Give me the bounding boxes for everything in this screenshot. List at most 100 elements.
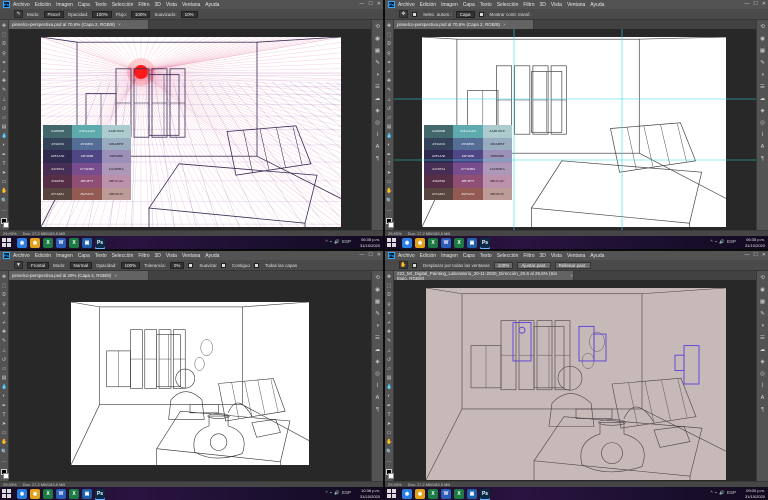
- menu-ayuda[interactable]: Ayuda: [590, 253, 604, 259]
- gradient-tool-icon[interactable]: ▤: [1, 375, 7, 381]
- properties-panel-icon[interactable]: ☰: [759, 335, 766, 342]
- show-transform-checkbox[interactable]: [478, 11, 484, 17]
- volume-icon[interactable]: 🔊: [719, 490, 725, 496]
- paths-panel-icon[interactable]: ⌇: [759, 383, 766, 390]
- excel-icon[interactable]: X: [428, 488, 438, 499]
- type-tool-icon[interactable]: T: [386, 161, 392, 167]
- healing-tool-icon[interactable]: ✚: [1, 78, 7, 84]
- swatches-panel-icon[interactable]: ▦: [759, 48, 766, 55]
- layers-panel-icon[interactable]: ◈: [374, 359, 381, 366]
- minimize-icon[interactable]: —: [744, 252, 749, 258]
- move-tool-icon[interactable]: ✥: [1, 23, 7, 29]
- auto-select-target-select[interactable]: Capa: [455, 10, 475, 18]
- language-indicator[interactable]: ESP: [727, 239, 736, 245]
- menu-capa[interactable]: Capa: [463, 2, 475, 8]
- blend-mode-select[interactable]: Normal: [69, 261, 93, 269]
- swatches-panel-icon[interactable]: ▦: [374, 48, 381, 55]
- brushes-panel-icon[interactable]: ✎: [374, 311, 381, 318]
- color-panel-icon[interactable]: ◉: [759, 287, 766, 294]
- volume-icon[interactable]: 🔊: [719, 239, 725, 245]
- shape-tool-icon[interactable]: ▭: [386, 430, 392, 436]
- menu-seleccion[interactable]: Selección: [112, 2, 134, 8]
- palette-swatch[interactable]: #556E95: [72, 137, 102, 150]
- photoshop-icon[interactable]: Ps: [480, 488, 490, 499]
- tray-chevron-icon[interactable]: ^: [326, 239, 328, 245]
- menu-3d[interactable]: 3D: [540, 2, 546, 8]
- zoom-100-button[interactable]: 100%: [493, 261, 514, 269]
- palette-swatch[interactable]: #ABCBCE: [101, 125, 131, 138]
- move-tool-icon[interactable]: ✥: [386, 274, 392, 280]
- fill-source-select[interactable]: Frontal: [27, 261, 50, 269]
- hand-tool-icon[interactable]: ✋: [1, 439, 7, 445]
- menu-ventana[interactable]: Ventana: [182, 253, 200, 259]
- menu-texto[interactable]: Texto: [95, 253, 107, 259]
- lasso-tool-icon[interactable]: ᘐ: [386, 292, 392, 298]
- dodge-tool-icon[interactable]: ◐: [1, 393, 7, 399]
- quick-select-tool-icon[interactable]: ⚲: [386, 51, 392, 57]
- document-tab[interactable]: pinselco-perspectiva.psd al 70,6% (Capa …: [394, 20, 534, 29]
- color-panel-icon[interactable]: ◉: [374, 287, 381, 294]
- paths-panel-icon[interactable]: ⌇: [759, 132, 766, 139]
- lasso-tool-icon[interactable]: ᘐ: [386, 41, 392, 47]
- tray-chevron-icon[interactable]: ^: [326, 490, 328, 496]
- eyedropper-tool-icon[interactable]: ⌿: [386, 69, 392, 75]
- clock[interactable]: 10:36 p.m. 31/10/2020: [360, 488, 380, 499]
- layers-panel-icon[interactable]: ◈: [759, 359, 766, 366]
- menu-ayuda[interactable]: Ayuda: [590, 2, 604, 8]
- adjustments-panel-icon[interactable]: ◑: [759, 72, 766, 79]
- adjustments-panel-icon[interactable]: ◑: [374, 323, 381, 330]
- healing-tool-icon[interactable]: ✚: [386, 329, 392, 335]
- menu-vista[interactable]: Vista: [166, 253, 177, 259]
- windows-start-icon[interactable]: [387, 238, 396, 247]
- stamp-tool-icon[interactable]: ⊥: [386, 97, 392, 103]
- photoshop-icon[interactable]: Ps: [95, 488, 105, 499]
- menu-edicion[interactable]: Edición: [420, 2, 436, 8]
- history-panel-icon[interactable]: ⟲: [759, 275, 766, 282]
- tolerance-field[interactable]: 0%: [169, 261, 185, 269]
- menu-archivo[interactable]: Archivo: [398, 2, 415, 8]
- history-panel-icon[interactable]: ⟲: [374, 24, 381, 31]
- paths-panel-icon[interactable]: ⌇: [374, 132, 381, 139]
- color-panel-icon[interactable]: ◉: [374, 36, 381, 43]
- history-brush-icon[interactable]: ↺: [1, 357, 7, 363]
- character-panel-icon[interactable]: A: [759, 395, 766, 402]
- quick-select-tool-icon[interactable]: ⚲: [1, 302, 7, 308]
- menu-edicion[interactable]: Edición: [35, 2, 51, 8]
- zoom-tool-icon[interactable]: 🔍: [1, 198, 7, 204]
- flow-field[interactable]: 100%: [130, 10, 151, 18]
- fit-screen-button[interactable]: Ajustar pant.: [517, 261, 551, 269]
- photos-icon[interactable]: ▣: [82, 237, 92, 248]
- palette-swatch[interactable]: #8F4F75: [72, 175, 102, 188]
- menu-filtro[interactable]: Filtro: [523, 253, 534, 259]
- volume-icon[interactable]: 🔊: [334, 239, 340, 245]
- excel-icon[interactable]: X: [428, 237, 438, 248]
- properties-panel-icon[interactable]: ☰: [759, 84, 766, 91]
- palette-swatch[interactable]: #4F4686: [72, 150, 102, 163]
- quick-select-tool-icon[interactable]: ⚲: [1, 51, 7, 57]
- character-panel-icon[interactable]: A: [374, 395, 381, 402]
- chrome-icon[interactable]: ◉: [17, 237, 27, 248]
- close-tab-icon[interactable]: ×: [570, 273, 573, 278]
- blur-tool-icon[interactable]: 💧: [1, 384, 7, 390]
- marquee-tool-icon[interactable]: ⬚: [1, 32, 7, 38]
- hand-tool-preset-icon[interactable]: ✋: [399, 261, 408, 269]
- layers-panel-icon[interactable]: ◈: [759, 108, 766, 115]
- palette-swatch[interactable]: #774D8D: [72, 162, 102, 175]
- menu-capa[interactable]: Capa: [78, 253, 90, 259]
- quick-select-tool-icon[interactable]: ⚲: [386, 302, 392, 308]
- marquee-tool-icon[interactable]: ⬚: [1, 283, 7, 289]
- excel-icon[interactable]: X: [43, 237, 53, 248]
- palette-swatch[interactable]: #57A631: [43, 187, 73, 200]
- paths-panel-icon[interactable]: ⌇: [374, 383, 381, 390]
- hand-tool-icon[interactable]: ✋: [386, 439, 392, 445]
- language-indicator[interactable]: ESP: [727, 490, 736, 496]
- palette-swatch[interactable]: #472E54: [43, 162, 73, 175]
- network-icon[interactable]: ⌁: [330, 239, 333, 245]
- minimize-icon[interactable]: —: [744, 1, 749, 7]
- pen-tool-icon[interactable]: ✒: [386, 403, 392, 409]
- photos-icon[interactable]: ▣: [467, 488, 477, 499]
- paragraph-panel-icon[interactable]: ¶: [374, 407, 381, 414]
- volume-icon[interactable]: 🔊: [334, 490, 340, 496]
- excel-icon[interactable]: X: [43, 488, 53, 499]
- smoothing-field[interactable]: 10%: [180, 10, 198, 18]
